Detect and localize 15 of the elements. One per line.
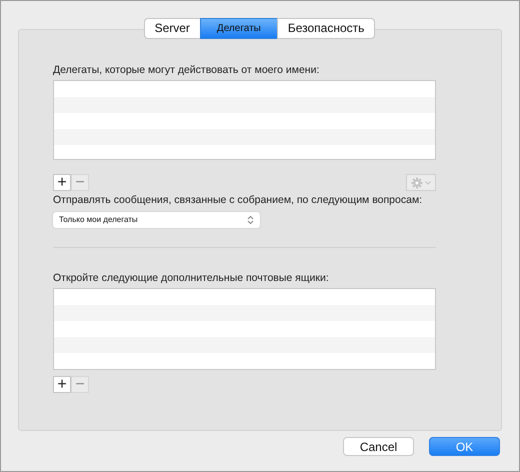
- mailboxes-list[interactable]: [53, 288, 436, 370]
- tab[interactable]: Безопасность: [276, 18, 376, 39]
- delegate-select[interactable]: Только мои делегаты: [53, 212, 260, 228]
- add-button[interactable]: +: [53, 376, 71, 393]
- mailboxes-label: Откройте следующие дополнительные почтовые ящики:: [53, 272, 330, 284]
- delegates-list[interactable]: [53, 80, 436, 160]
- stepper-icon: [247, 215, 254, 225]
- chevron-down-icon: [425, 180, 431, 184]
- tab[interactable]: Server: [144, 18, 201, 39]
- gear-icon: [411, 176, 423, 188]
- cancel-button[interactable]: Cancel: [343, 437, 414, 456]
- add-button[interactable]: +: [53, 174, 71, 191]
- tab[interactable]: Делегаты: [200, 18, 278, 39]
- send-messages-label: Отправлять сообщения, связанные с собранием, по следующим вопросам:: [53, 194, 424, 206]
- delegates-label: Делегаты, которые могут действовать от моего имени:: [53, 64, 320, 76]
